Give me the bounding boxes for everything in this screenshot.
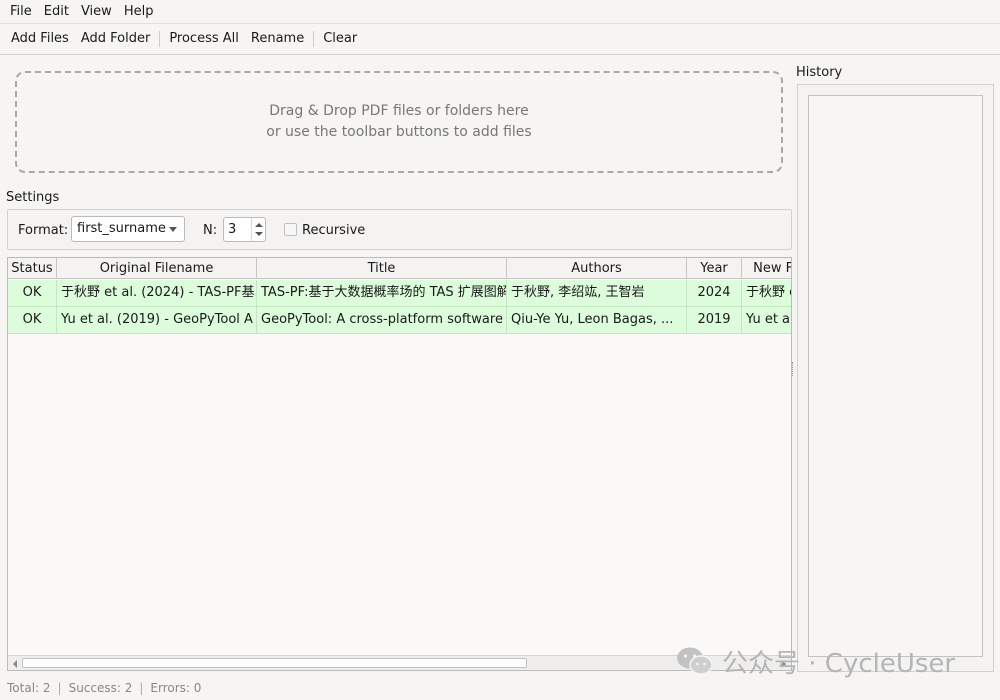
table-row[interactable]: OK Yu et al. (2019) - GeoPyTool A ... Ge… bbox=[8, 307, 791, 334]
chevron-down-icon bbox=[169, 227, 177, 232]
format-value: first_surname bbox=[77, 221, 166, 236]
process-all-button[interactable]: Process All bbox=[163, 23, 245, 55]
history-group bbox=[797, 84, 994, 672]
column-header-new-filename[interactable]: New Fi bbox=[742, 258, 791, 279]
file-table[interactable]: Status Original Filename Title Authors Y… bbox=[7, 257, 792, 671]
toolbar: Add Files Add Folder Process All Rename … bbox=[0, 23, 1000, 55]
recursive-checkbox[interactable] bbox=[284, 223, 297, 236]
cell-authors: 于秋野, 李绍竑, 王智岩 bbox=[507, 280, 687, 306]
scroll-right-icon[interactable] bbox=[782, 660, 786, 668]
cell-original-filename: Yu et al. (2019) - GeoPyTool A ... bbox=[57, 307, 257, 333]
menu-help[interactable]: Help bbox=[118, 0, 160, 23]
table-row[interactable]: OK 于秋野 et al. (2024) - TAS-PF基... TAS-PF… bbox=[8, 280, 791, 307]
n-value: 3 bbox=[228, 222, 237, 237]
cell-authors: Qiu-Ye Yu, Leon Bagas, ... bbox=[507, 307, 687, 333]
menu-edit[interactable]: Edit bbox=[38, 0, 75, 23]
column-header-original-filename[interactable]: Original Filename bbox=[57, 258, 257, 279]
add-folder-button[interactable]: Add Folder bbox=[75, 23, 156, 55]
spin-up-icon[interactable] bbox=[255, 223, 263, 227]
format-combobox[interactable]: first_surname bbox=[71, 216, 185, 242]
cell-new-filename: 于秋野 e bbox=[742, 280, 791, 306]
column-header-status[interactable]: Status bbox=[8, 258, 57, 279]
status-bar: Total: 2 | Success: 2 | Errors: 0 bbox=[7, 681, 202, 695]
toolbar-separator bbox=[313, 31, 315, 47]
settings-label: Settings bbox=[6, 190, 60, 205]
cell-new-filename: Yu et al. bbox=[742, 307, 791, 333]
status-total: Total: 2 bbox=[7, 681, 51, 695]
spin-down-icon[interactable] bbox=[255, 232, 263, 236]
history-label: History bbox=[796, 65, 843, 80]
settings-group: Format: first_surname N: 3 Recursive bbox=[7, 209, 792, 250]
column-header-title[interactable]: Title bbox=[257, 258, 507, 279]
scroll-left-icon[interactable] bbox=[13, 660, 17, 668]
n-spinbox[interactable]: 3 bbox=[223, 217, 266, 242]
cell-status: OK bbox=[8, 280, 57, 306]
column-header-authors[interactable]: Authors bbox=[507, 258, 687, 279]
format-label: Format: bbox=[18, 223, 69, 238]
splitter-handle[interactable] bbox=[792, 362, 795, 376]
cell-year: 2024 bbox=[687, 280, 742, 306]
menu-bar: File Edit View Help bbox=[0, 0, 1000, 23]
menu-view[interactable]: View bbox=[75, 0, 118, 23]
history-list[interactable] bbox=[808, 95, 983, 657]
scrollbar-thumb[interactable] bbox=[22, 658, 527, 668]
horizontal-scrollbar[interactable] bbox=[8, 655, 791, 670]
drop-zone-line2: or use the toolbar buttons to add files bbox=[266, 124, 532, 140]
menu-file[interactable]: File bbox=[4, 0, 38, 23]
cell-original-filename: 于秋野 et al. (2024) - TAS-PF基... bbox=[57, 280, 257, 306]
cell-status: OK bbox=[8, 307, 57, 333]
clear-button[interactable]: Clear bbox=[317, 23, 363, 55]
recursive-label[interactable]: Recursive bbox=[302, 223, 365, 238]
n-label: N: bbox=[203, 223, 218, 238]
spin-buttons bbox=[251, 218, 265, 241]
drop-zone-line1: Drag & Drop PDF files or folders here bbox=[269, 103, 529, 119]
status-errors: Errors: 0 bbox=[150, 681, 202, 695]
cell-year: 2019 bbox=[687, 307, 742, 333]
toolbar-separator bbox=[159, 31, 161, 47]
column-header-year[interactable]: Year bbox=[687, 258, 742, 279]
drop-zone[interactable]: Drag & Drop PDF files or folders here or… bbox=[15, 71, 783, 173]
cell-title: TAS-PF:基于大数据概率场的 TAS 扩展图解 bbox=[257, 280, 507, 306]
cell-title: GeoPyTool: A cross-platform software ... bbox=[257, 307, 507, 333]
status-success: Success: 2 bbox=[68, 681, 133, 695]
table-header: Status Original Filename Title Authors Y… bbox=[8, 258, 791, 279]
rename-button[interactable]: Rename bbox=[245, 23, 310, 55]
add-files-button[interactable]: Add Files bbox=[5, 23, 75, 55]
